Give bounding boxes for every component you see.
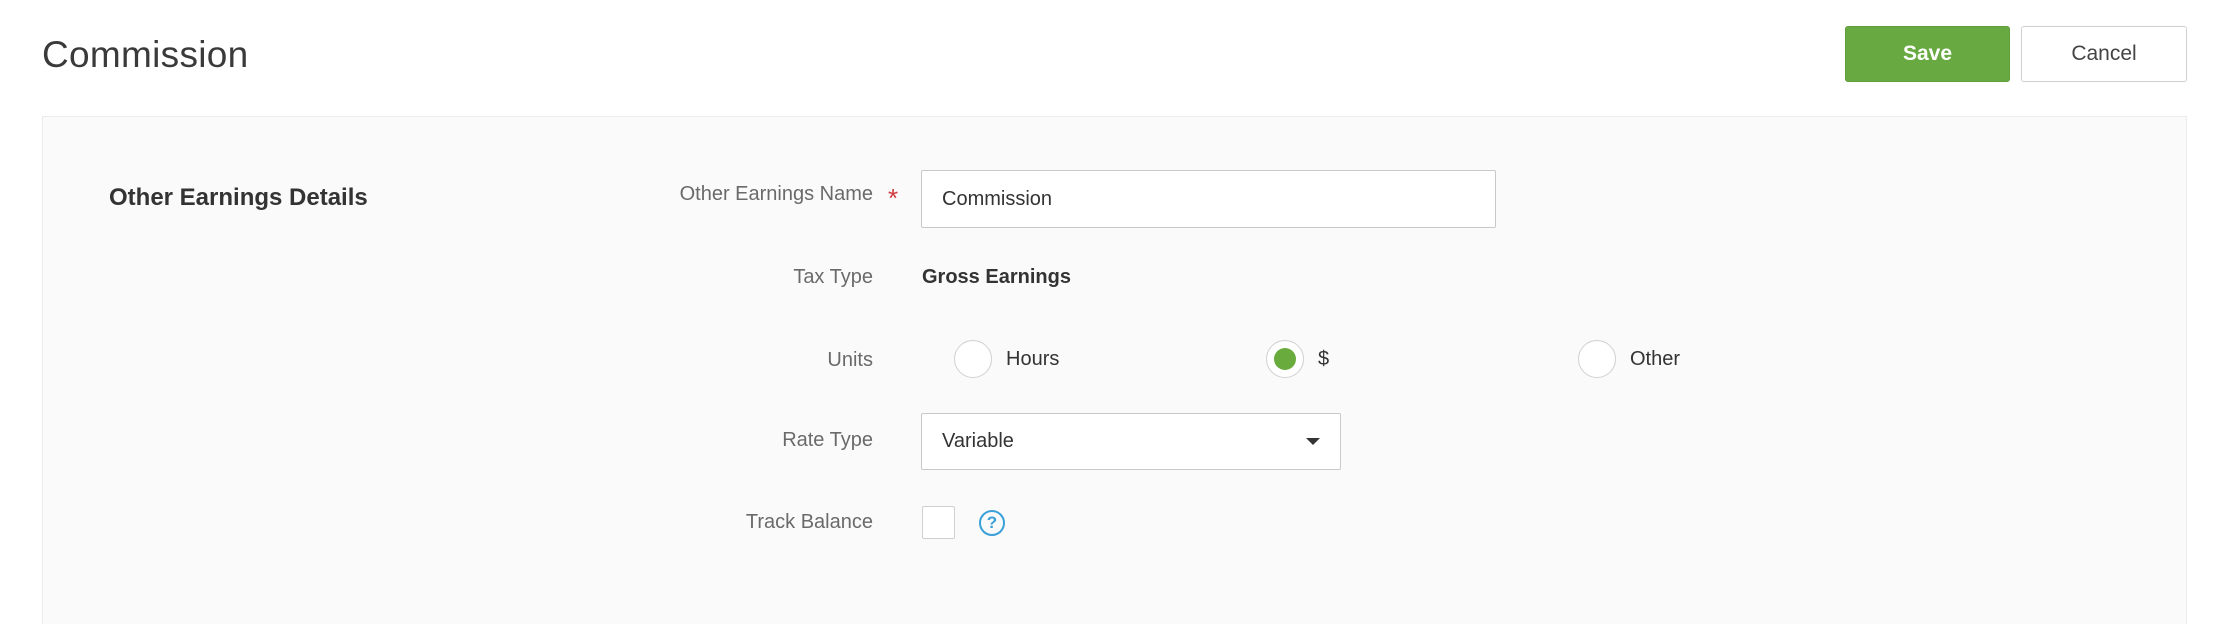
radio-label: Hours xyxy=(1006,347,1060,370)
radio-label: $ xyxy=(1318,347,1330,370)
tax-type-label: Tax Type xyxy=(793,266,873,288)
track-balance-checkbox[interactable] xyxy=(922,506,955,539)
units-label: Units xyxy=(827,349,873,371)
section-title: Other Earnings Details xyxy=(109,184,368,211)
units-radio-other[interactable]: Other xyxy=(1578,340,1680,378)
rate-type-value: Variable xyxy=(942,430,1014,452)
rate-type-select[interactable]: Variable xyxy=(921,413,1341,470)
caret-down-icon xyxy=(1306,438,1320,445)
question-circle-icon[interactable]: ? xyxy=(979,510,1005,536)
units-radio-dollar[interactable]: $ xyxy=(1266,340,1329,378)
radio-selected-dot xyxy=(1274,348,1296,370)
radio-circle[interactable] xyxy=(1266,340,1304,378)
cancel-button[interactable]: Cancel xyxy=(2021,26,2187,82)
earnings-name-input[interactable] xyxy=(921,170,1496,228)
page: Commission Save Cancel Other Earnings De… xyxy=(0,0,2240,624)
units-radio-hours[interactable]: Hours xyxy=(954,340,1059,378)
earnings-name-label: Other Earnings Name xyxy=(679,183,873,205)
rate-type-label: Rate Type xyxy=(782,429,873,451)
radio-label: Other xyxy=(1630,347,1681,370)
radio-circle[interactable] xyxy=(1578,340,1616,378)
radio-circle[interactable] xyxy=(954,340,992,378)
required-marker: * xyxy=(888,183,899,213)
save-button[interactable]: Save xyxy=(1845,26,2010,82)
tax-type-value: Gross Earnings xyxy=(922,266,1071,288)
page-title: Commission xyxy=(42,34,249,75)
track-balance-label: Track Balance xyxy=(745,511,873,533)
